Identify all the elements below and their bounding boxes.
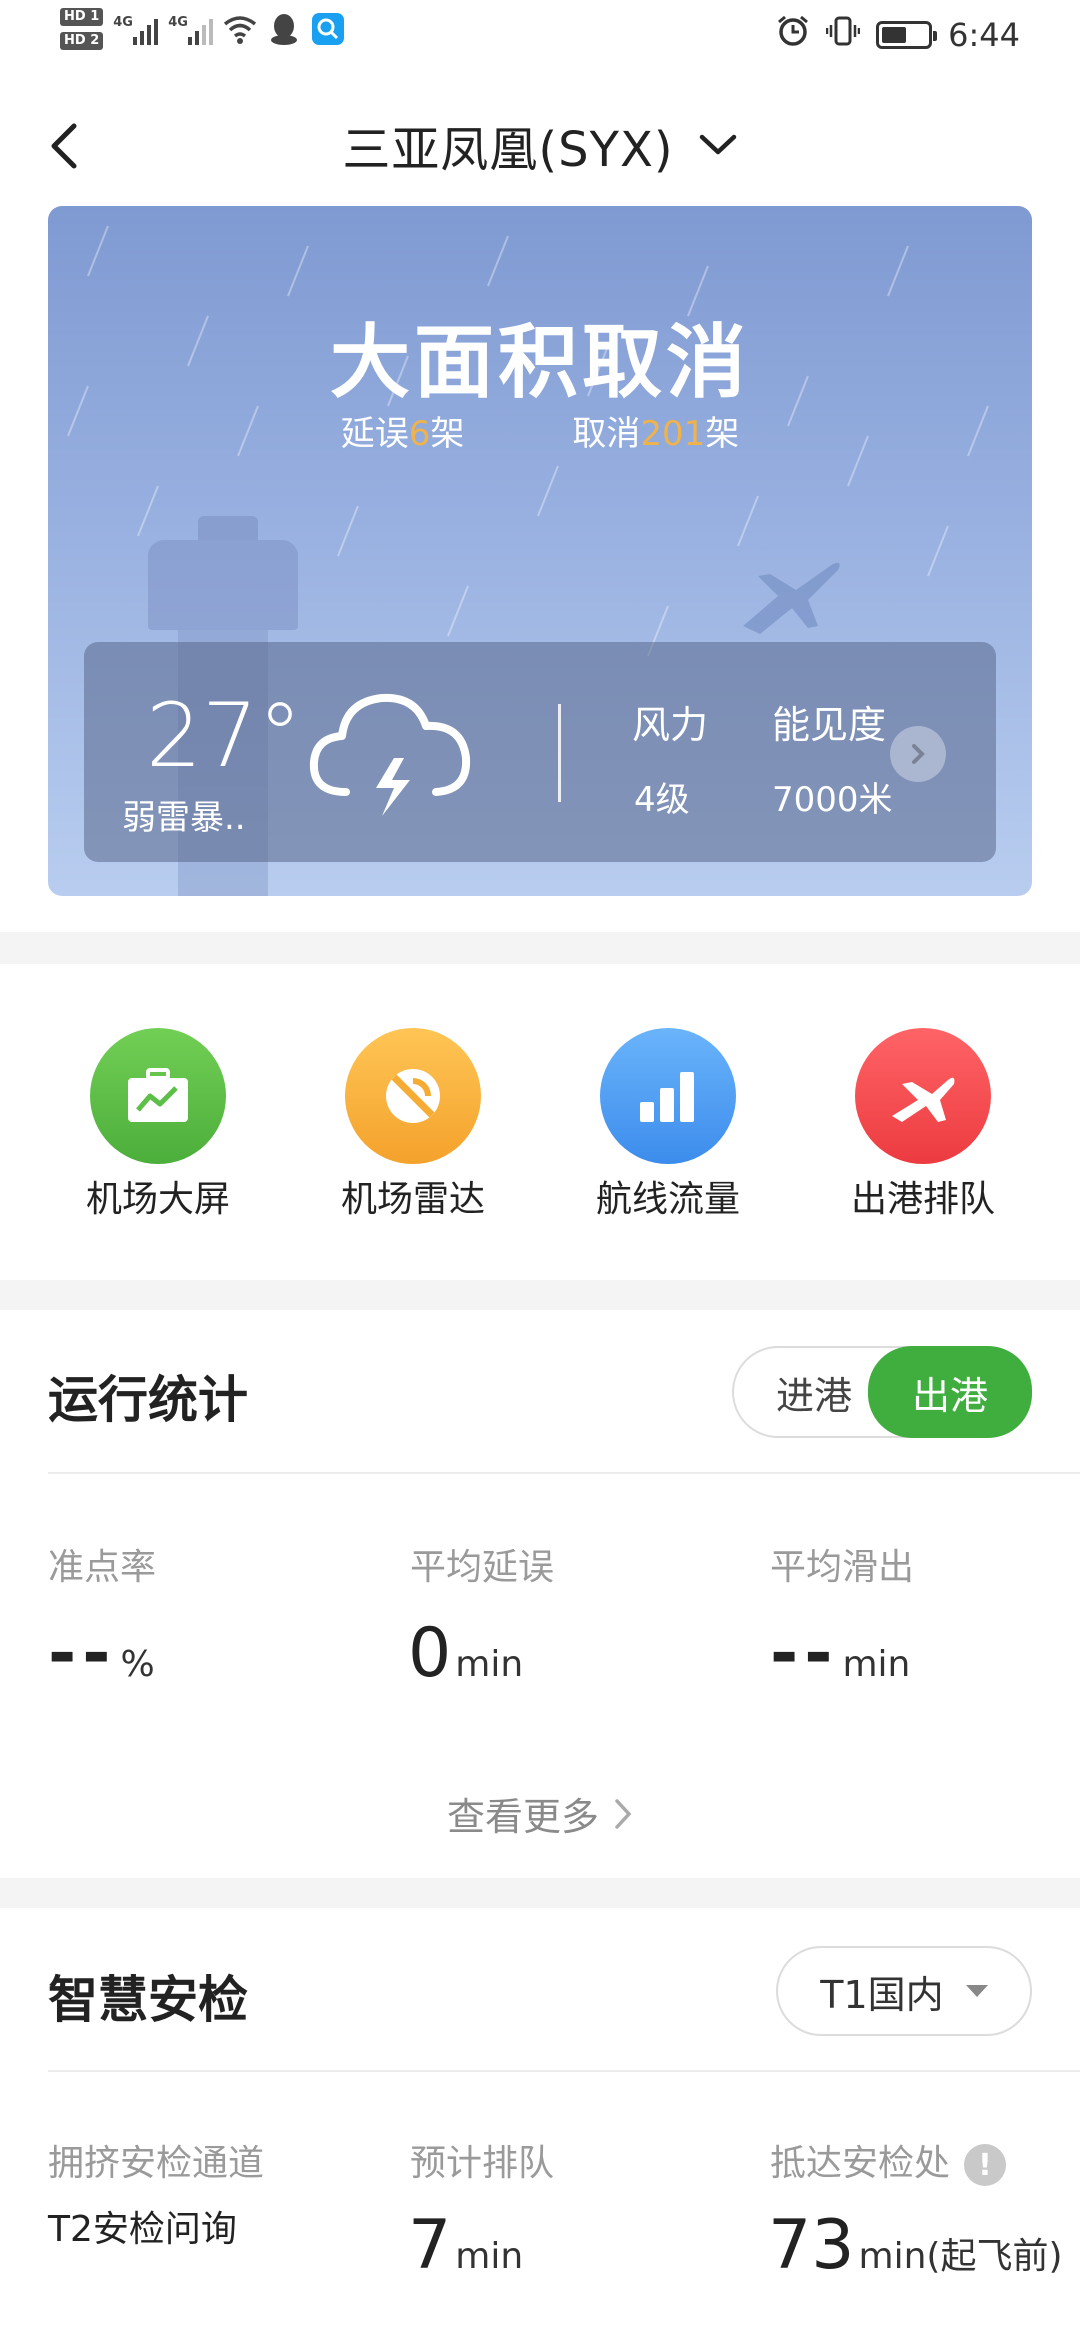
section-gap	[0, 1280, 1080, 1310]
chevron-right-icon	[912, 744, 925, 764]
quick-action-label: 航线流量	[595, 1179, 740, 1220]
chevron-right-icon	[615, 1798, 632, 1829]
quick-action-icon-bg	[345, 1028, 481, 1164]
visibility-label: 能见度	[772, 703, 887, 747]
hd-indicators: HD 1 HD 2	[60, 8, 104, 50]
page-title: 三亚凤凰(SYX)	[342, 122, 674, 178]
queue-time-label: 预计排队	[410, 2143, 555, 2184]
quick-action-icon-bg	[855, 1028, 991, 1164]
weather-card[interactable]: 27° 弱雷暴.. 风力 4级 能见度 7000米	[84, 642, 996, 862]
status-bar-left: HD 1 HD 2 4G 4G	[60, 8, 345, 50]
vibrate-icon	[825, 14, 861, 56]
quick-action-icon-bg	[90, 1028, 226, 1164]
thunderstorm-cloud-icon	[309, 693, 471, 816]
avg-delay-label: 平均延误	[410, 1547, 555, 1588]
flight-summary: 延误6架 取消201架	[48, 406, 1032, 455]
on-time-rate-label: 准点率	[48, 1547, 157, 1588]
quick-actions: 机场大屏 机场雷达 航线流量 出港排队	[0, 964, 1080, 1280]
airport-status: 大面积取消	[330, 316, 750, 409]
clock: 6:44	[948, 16, 1020, 54]
briefcase-chart-icon	[128, 1068, 188, 1122]
signal-2-icon: 4G	[168, 13, 214, 45]
radar-icon	[386, 1069, 440, 1123]
divider	[48, 1472, 1080, 1474]
quick-action-icon-bg	[600, 1028, 736, 1164]
weather-detail-button[interactable]	[890, 726, 946, 782]
info-icon[interactable]: !	[964, 2144, 1007, 2186]
avg-delay-value: 0 min	[408, 1614, 524, 1693]
wind-value: 4级	[634, 780, 690, 820]
chevron-down-icon	[699, 134, 736, 155]
page-header: 三亚凤凰(SYX)	[0, 90, 1080, 200]
cancel-summary: 取消201架	[572, 414, 740, 454]
battery-icon	[876, 21, 938, 49]
avg-taxi-value: -- min	[770, 1614, 911, 1693]
qq-icon	[267, 12, 301, 46]
crowded-lane-value: T2安检问询	[48, 2209, 237, 2250]
quick-action-airport-radar[interactable]: 机场雷达	[313, 1028, 513, 1222]
avg-taxi-label: 平均滑出	[770, 1547, 915, 1588]
ops-stats-title: 运行统计	[48, 1371, 248, 1429]
caret-down-icon	[965, 1985, 988, 1997]
weather-condition: 弱雷暴..	[122, 798, 246, 838]
queue-time-value: 7 min	[408, 2206, 524, 2285]
arrive-security-value: 73 min(起飞前)	[768, 2206, 1063, 2285]
search-app-icon	[311, 12, 345, 46]
section-gap	[0, 932, 1080, 964]
bar-chart-icon	[640, 1072, 694, 1122]
wifi-icon	[223, 12, 257, 46]
see-more-link[interactable]: 查看更多	[0, 1786, 1080, 1841]
quick-action-label: 出港排队	[850, 1179, 995, 1220]
divider	[48, 2070, 1080, 2072]
quick-action-airport-screen[interactable]: 机场大屏	[58, 1028, 258, 1222]
quick-action-label: 机场大屏	[85, 1179, 230, 1220]
see-more-label: 查看更多	[446, 1795, 599, 1839]
plane-icon	[892, 1077, 955, 1122]
airport-selector[interactable]: 三亚凤凰(SYX)	[0, 110, 1080, 180]
hd1-badge: HD 1	[60, 8, 104, 26]
alarm-icon	[776, 14, 810, 56]
quick-action-label: 机场雷达	[340, 1179, 485, 1220]
weather-hero: 大面积取消 延误6架 取消201架 27° 弱雷暴.. 风力 4级 能见度 70…	[48, 206, 1032, 896]
terminal-select-value: T1国内	[820, 1972, 944, 2017]
airplane-illustration	[743, 562, 840, 634]
visibility-value: 7000米	[772, 780, 893, 820]
arrive-security-label: 抵达安检处!	[770, 2134, 1007, 2186]
security-title: 智慧安检	[48, 1971, 248, 2029]
wind-label: 风力	[632, 703, 709, 747]
quick-action-departure-queue[interactable]: 出港排队	[823, 1028, 1023, 1222]
hd2-badge: HD 2	[60, 32, 104, 50]
status-bar-right: 6:44	[776, 14, 1020, 56]
weather-divider	[558, 704, 561, 802]
temperature: 27°	[146, 684, 302, 787]
crowded-lane-label: 拥挤安检通道	[48, 2143, 265, 2184]
status-bar: HD 1 HD 2 4G 4G 6:44	[0, 0, 1080, 72]
inbound-outbound-toggle: 进港 出港	[732, 1346, 1032, 1438]
delay-summary: 延误6架	[340, 414, 465, 454]
tab-outbound[interactable]: 出港	[868, 1346, 1032, 1438]
terminal-select[interactable]: T1国内	[776, 1946, 1032, 2036]
signal-1-icon: 4G	[113, 13, 159, 45]
on-time-rate-value: --%	[48, 1614, 155, 1693]
section-gap	[0, 1878, 1080, 1908]
quick-action-route-traffic[interactable]: 航线流量	[568, 1028, 768, 1222]
